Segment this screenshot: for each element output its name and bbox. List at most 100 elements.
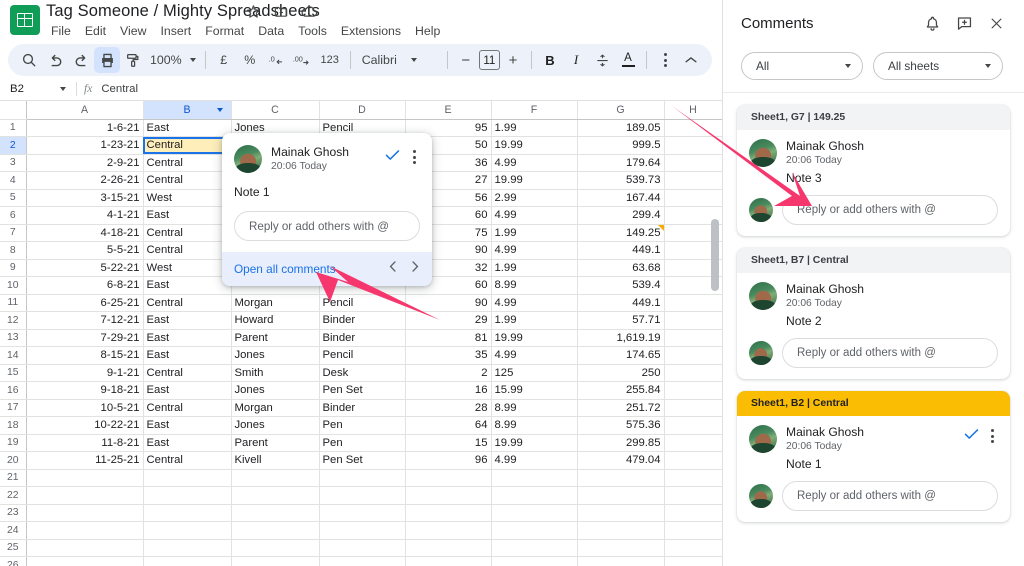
- cell-F24[interactable]: [491, 521, 578, 540]
- row-header-8[interactable]: 8: [0, 241, 27, 260]
- cell-C18[interactable]: Jones: [231, 416, 320, 435]
- filter-scope-dropdown[interactable]: All: [741, 52, 863, 80]
- cell-B18[interactable]: East: [143, 416, 232, 435]
- vertical-scrollbar[interactable]: [711, 219, 719, 291]
- cell-D24[interactable]: [319, 521, 406, 540]
- comment-card[interactable]: Sheet1, G7 | 149.25 Mainak Ghosh 20:06 Tod…: [737, 105, 1010, 236]
- cell-A14[interactable]: 8-15-21: [26, 346, 144, 365]
- cell-G21[interactable]: [577, 469, 665, 487]
- cell-F11[interactable]: 4.99: [491, 294, 578, 312]
- cell-A16[interactable]: 9-18-21: [26, 381, 144, 400]
- cell-G13[interactable]: 1,619.19: [577, 329, 665, 347]
- cell-B13[interactable]: East: [143, 329, 232, 347]
- table-row[interactable]: 26: [0, 556, 722, 566]
- cell-H4[interactable]: [664, 171, 722, 190]
- cell-C24[interactable]: [231, 521, 320, 540]
- cell-H22[interactable]: [664, 486, 722, 505]
- cell-B17[interactable]: Central: [143, 399, 232, 417]
- cell-D22[interactable]: [319, 486, 406, 505]
- cell-G11[interactable]: 449.1: [577, 294, 665, 312]
- column-header-h[interactable]: H: [664, 101, 722, 120]
- cell-E11[interactable]: 90: [405, 294, 492, 312]
- column-header-d[interactable]: D: [319, 101, 406, 120]
- cell-C23[interactable]: [231, 504, 320, 522]
- cell-B9[interactable]: West: [143, 259, 232, 277]
- table-row[interactable]: 18 10-22-21 East Jones Pen 64 8.99 575.36: [0, 416, 722, 435]
- cell-A12[interactable]: 7-12-21: [26, 311, 144, 330]
- zoom-selector[interactable]: 100%: [146, 53, 200, 67]
- cell-A24[interactable]: [26, 521, 144, 540]
- cell-F20[interactable]: 4.99: [491, 451, 578, 470]
- cell-B11[interactable]: Central: [143, 294, 232, 312]
- cell-E12[interactable]: 29: [405, 311, 492, 330]
- cell-F9[interactable]: 1.99: [491, 259, 578, 277]
- table-row[interactable]: 20 11-25-21 Central Kivell Pen Set 96 4.99 479.…: [0, 451, 722, 470]
- row-header-7[interactable]: 7: [0, 224, 27, 242]
- cell-G22[interactable]: [577, 486, 665, 505]
- cell-D17[interactable]: Binder: [319, 399, 406, 417]
- increase-font-size-button[interactable]: +: [500, 47, 526, 73]
- row-header-24[interactable]: 24: [0, 521, 27, 540]
- cell-B25[interactable]: [143, 539, 232, 557]
- cell-G14[interactable]: 174.65: [577, 346, 665, 365]
- cell-G7[interactable]: 149.25: [577, 224, 665, 242]
- cell-F26[interactable]: [491, 556, 578, 566]
- google-sheets-logo[interactable]: [10, 5, 40, 35]
- table-row[interactable]: 16 9-18-21 East Jones Pen Set 16 15.99 255.84: [0, 381, 722, 400]
- search-button[interactable]: [16, 47, 42, 73]
- cloud-saved-icon[interactable]: [301, 5, 318, 18]
- next-comment-button[interactable]: [410, 260, 420, 278]
- bold-button[interactable]: B: [537, 47, 563, 73]
- cell-H1[interactable]: [664, 119, 722, 137]
- collapse-toolbar-button[interactable]: [678, 47, 704, 73]
- table-row[interactable]: 14 8-15-21 East Jones Pencil 35 4.99 174.65: [0, 346, 722, 365]
- cell-F18[interactable]: 8.99: [491, 416, 578, 435]
- cell-F5[interactable]: 2.99: [491, 189, 578, 207]
- row-header-13[interactable]: 13: [0, 329, 27, 347]
- cell-D19[interactable]: Pen: [319, 434, 406, 452]
- cell-H3[interactable]: [664, 154, 722, 172]
- cell-C14[interactable]: Jones: [231, 346, 320, 365]
- cell-H15[interactable]: [664, 364, 722, 382]
- cell-C17[interactable]: Morgan: [231, 399, 320, 417]
- menu-data[interactable]: Data: [251, 22, 291, 41]
- menu-insert[interactable]: Insert: [153, 22, 198, 41]
- menu-help[interactable]: Help: [408, 22, 447, 41]
- table-row[interactable]: 19 11-8-21 East Parent Pen 15 19.99 299.85: [0, 434, 722, 452]
- table-row[interactable]: 25: [0, 539, 722, 557]
- cell-D14[interactable]: Pencil: [319, 346, 406, 365]
- cell-B20[interactable]: Central: [143, 451, 232, 470]
- add-comment-button[interactable]: [950, 9, 978, 37]
- cell-C11[interactable]: Morgan: [231, 294, 320, 312]
- formula-input[interactable]: Central: [101, 83, 138, 95]
- cell-F8[interactable]: 4.99: [491, 241, 578, 260]
- print-button[interactable]: [94, 47, 120, 73]
- cell-E14[interactable]: 35: [405, 346, 492, 365]
- cell-A23[interactable]: [26, 504, 144, 522]
- cell-H24[interactable]: [664, 521, 722, 540]
- name-box[interactable]: B2: [0, 83, 74, 95]
- previous-comment-button[interactable]: [388, 260, 398, 278]
- cell-E26[interactable]: [405, 556, 492, 566]
- cell-A7[interactable]: 4-18-21: [26, 224, 144, 242]
- cell-G19[interactable]: 299.85: [577, 434, 665, 452]
- cell-G23[interactable]: [577, 504, 665, 522]
- cell-F6[interactable]: 4.99: [491, 206, 578, 225]
- cell-B10[interactable]: East: [143, 276, 232, 295]
- row-header-14[interactable]: 14: [0, 346, 27, 365]
- cell-H18[interactable]: [664, 416, 722, 435]
- table-row[interactable]: 21: [0, 469, 722, 487]
- cell-G20[interactable]: 479.04: [577, 451, 665, 470]
- table-row[interactable]: 15 9-1-21 Central Smith Desk 2 125 250: [0, 364, 722, 382]
- cell-D23[interactable]: [319, 504, 406, 522]
- close-comments-panel-button[interactable]: [982, 9, 1010, 37]
- cell-B14[interactable]: East: [143, 346, 232, 365]
- cell-G10[interactable]: 539.4: [577, 276, 665, 295]
- row-header-23[interactable]: 23: [0, 504, 27, 522]
- cell-F4[interactable]: 19.99: [491, 171, 578, 190]
- table-row[interactable]: 24: [0, 521, 722, 540]
- cell-C15[interactable]: Smith: [231, 364, 320, 382]
- cell-C26[interactable]: [231, 556, 320, 566]
- cell-D26[interactable]: [319, 556, 406, 566]
- cell-B23[interactable]: [143, 504, 232, 522]
